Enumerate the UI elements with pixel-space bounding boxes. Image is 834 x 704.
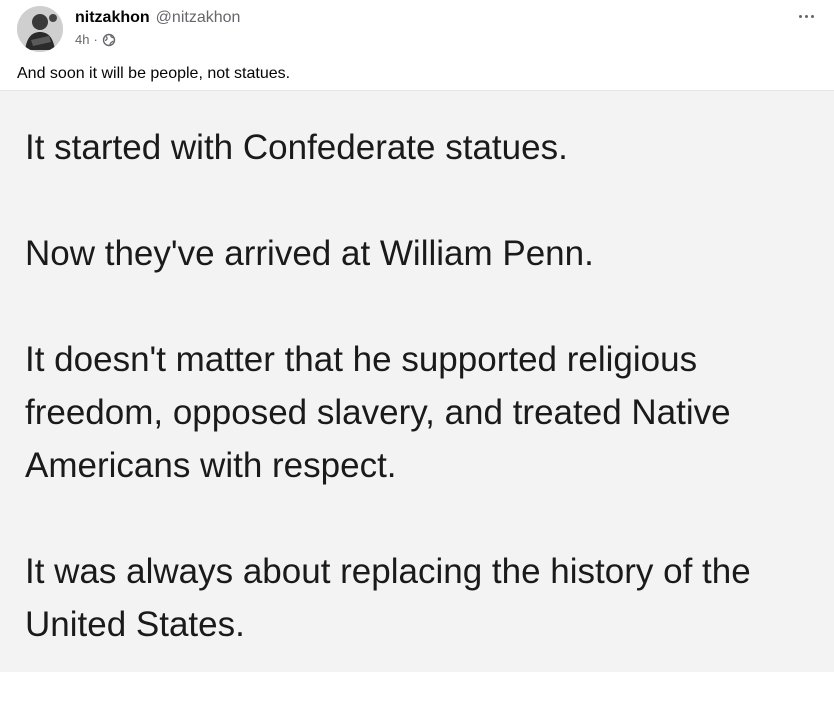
post-caption: And soon it will be people, not statues. <box>17 65 291 82</box>
more-dot <box>804 14 808 18</box>
avatar[interactable] <box>17 6 63 52</box>
display-name[interactable]: nitzakhon <box>75 9 150 26</box>
image-paragraph: It doesn't matter that he supported reli… <box>25 340 731 485</box>
image-paragraph: It started with Confederate statues. <box>25 128 568 167</box>
more-dot <box>810 14 814 18</box>
post-image[interactable]: It started with Confederate statues. Now… <box>0 91 834 672</box>
image-paragraph: It was always about replacing the histor… <box>25 552 751 644</box>
user-handle[interactable]: @nitzakhon <box>156 9 241 26</box>
separator-dot: · <box>93 32 98 47</box>
more-options-button[interactable] <box>794 6 818 26</box>
post-header: nitzakhon @nitzakhon 4h · <box>17 6 834 56</box>
globe-icon <box>102 33 116 47</box>
post-time[interactable]: 4h <box>75 32 89 47</box>
image-paragraph: Now they've arrived at William Penn. <box>25 234 594 273</box>
more-dots-icon <box>798 14 802 18</box>
post-meta: nitzakhon @nitzakhon 4h · <box>75 8 240 47</box>
image-text: It started with Confederate statues. Now… <box>25 121 815 704</box>
avatar-image <box>17 6 63 52</box>
post-card: nitzakhon @nitzakhon 4h · And soon it wil… <box>0 0 834 672</box>
